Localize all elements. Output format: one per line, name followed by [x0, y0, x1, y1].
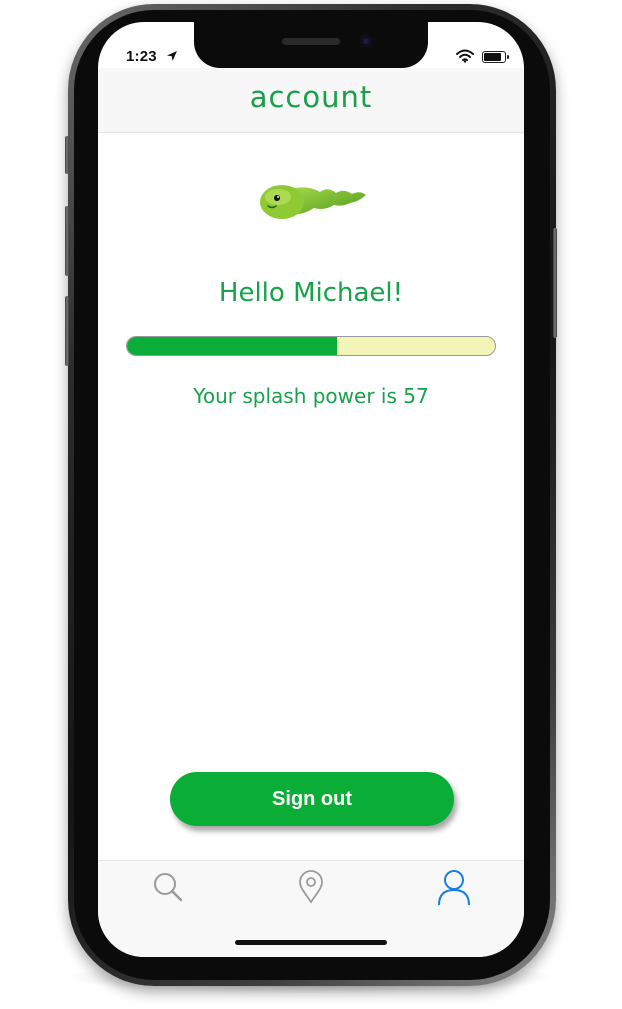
home-indicator	[235, 940, 387, 945]
status-time: 1:23	[126, 48, 157, 65]
screen: 1:23 account Hello Michael! Your splash …	[98, 22, 524, 957]
volume-up-button	[65, 206, 69, 276]
battery-level	[484, 53, 501, 61]
silent-switch	[65, 136, 69, 174]
tadpole-mascot-icon	[260, 185, 366, 219]
tab-account[interactable]	[436, 869, 472, 906]
front-camera	[360, 35, 372, 47]
tab-map[interactable]	[293, 869, 329, 905]
battery-icon	[482, 51, 509, 63]
earpiece-speaker	[282, 38, 340, 45]
power-button	[553, 228, 557, 338]
progress-fill	[127, 337, 337, 355]
notch	[194, 22, 428, 68]
location-arrow-icon	[167, 51, 177, 61]
wifi-icon	[456, 49, 474, 63]
nav-header: account	[98, 68, 524, 133]
greeting-text: Hello Michael!	[218, 278, 404, 308]
search-icon	[154, 873, 183, 902]
volume-down-button	[65, 296, 69, 366]
location-pin-icon	[299, 870, 323, 904]
tab-search[interactable]	[150, 869, 186, 905]
page-title: account	[249, 80, 373, 114]
splash-power-progress-bar	[126, 336, 496, 356]
user-icon	[438, 870, 470, 906]
splash-power-text: Your splash power is 57	[193, 384, 429, 408]
sign-out-button[interactable]: Sign out	[170, 772, 454, 826]
